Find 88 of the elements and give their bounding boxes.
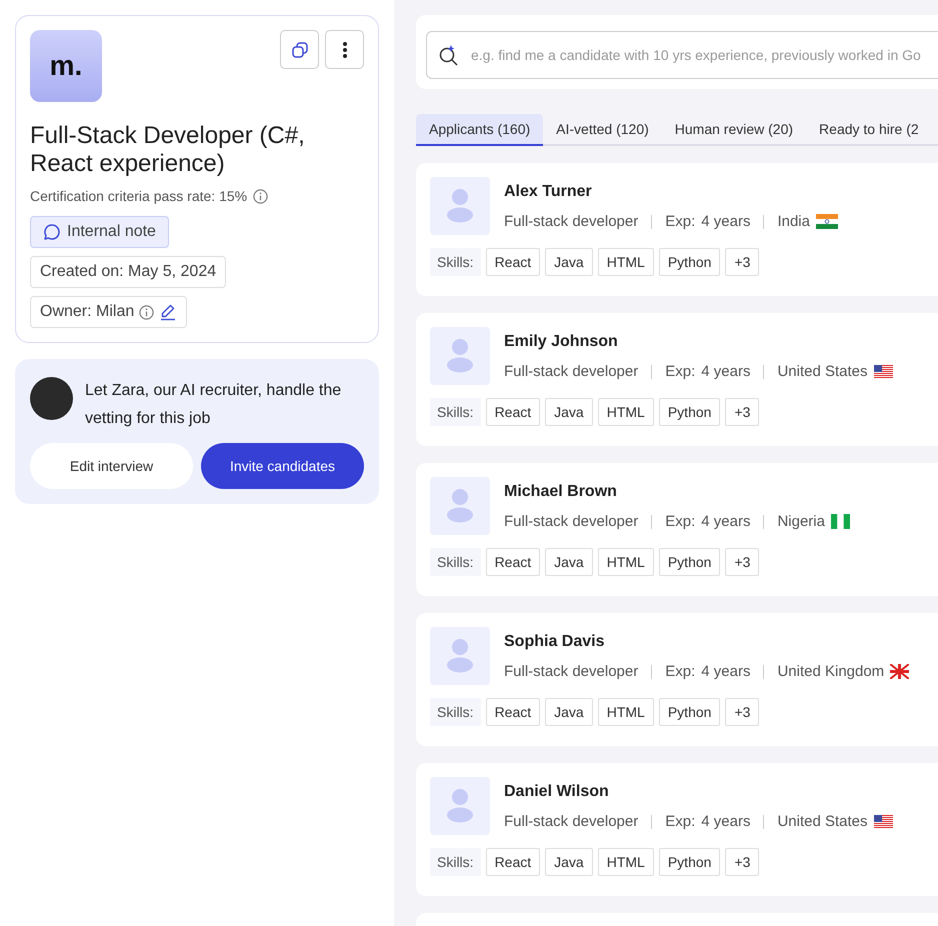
candidate-card[interactable]: Daniel Wilson Full-stack developer Exp: 4 years United States Skills: React Java HTML Python +3 [416,763,938,896]
skill-tag: Java [545,248,593,276]
experience-label: Exp: [665,663,696,680]
skills-label: Skills: [430,248,481,276]
candidate-country: Nigeria [777,513,825,530]
tab[interactable]: Human review (20) [662,114,806,146]
candidate-name: Michael Brown [504,483,618,501]
skill-tag: +3 [725,698,760,726]
copy-icon [290,40,308,58]
skill-tag: Java [545,698,593,726]
tab[interactable]: Ready to hire (2 [806,114,932,146]
experience-label: Exp: [665,813,696,830]
candidate-name: Daniel Wilson [504,783,610,801]
more-icon [342,40,346,58]
skills-label: Skills: [430,398,481,426]
pass-rate-text: Certification criteria pass rate: 15% [30,188,248,204]
skills-label: Skills: [430,548,481,576]
skill-tag: React [486,398,540,426]
candidate-country: United States [777,813,868,830]
skill-tag: Python [658,848,720,876]
candidate-card[interactable]: Emily Johnson Full-stack developer Exp: 4 years United States Skills: React Java HTML Python +3 [416,313,938,446]
invite-candidates-button[interactable]: Invite candidates [201,443,364,489]
skill-tag: React [486,698,540,726]
skill-tag: Java [545,398,593,426]
skill-tag: +3 [725,398,760,426]
candidate-role: Full-stack developer [504,513,638,530]
flag-icon [874,365,893,378]
flag-icon [830,514,850,529]
skill-tag: Python [658,398,720,426]
owner-text: Owner: Milan [40,303,134,321]
skill-tag: Python [658,698,720,726]
promo-text: Let Zara, our AI recruiter, handle the vetting for this job [85,381,342,429]
skill-tag: React [486,548,540,576]
candidate-name: Alex Turner [504,183,593,201]
more-options-button[interactable] [325,30,364,69]
candidate-name: Emily Johnson [504,333,619,351]
tab[interactable]: AI-vetted (120) [543,114,662,146]
experience-value: 4 years [701,513,750,530]
info-icon[interactable] [139,304,154,320]
candidate-role: Full-stack developer [504,213,638,230]
experience-value: 4 years [701,813,750,830]
skill-tag: HTML [598,698,654,726]
skills-label: Skills: [430,848,481,876]
candidate-country: India [777,213,810,230]
experience-value: 4 years [701,663,750,680]
skill-tag: HTML [598,848,654,876]
company-logo: m. [30,30,102,102]
skill-tag: React [486,848,540,876]
flag-icon [890,664,910,679]
candidate-role: Full-stack developer [504,813,638,830]
info-icon[interactable] [253,188,268,204]
avatar-placeholder [30,377,73,420]
candidate-card[interactable]: Michael Brown Full-stack developer Exp: 4 years Nigeria Skills: React Java HTML Python +3 [416,463,938,596]
candidate-name: Sophia Davis [504,633,606,651]
skill-tag: +3 [725,248,760,276]
skill-tag: HTML [598,248,654,276]
edit-pencil-icon[interactable] [159,303,178,321]
flag-icon [874,815,893,828]
experience-label: Exp: [665,213,696,230]
experience-label: Exp: [665,513,696,530]
candidate-country: United Kingdom [777,663,884,680]
experience-value: 4 years [701,213,750,230]
skill-tag: React [486,248,540,276]
candidate-card[interactable]: Alex Turner Full-stack developer Exp: 4 years India Skills: React Java HTML Python +3 [416,163,938,296]
duplicate-button[interactable] [280,30,319,69]
skill-tag: Python [658,248,720,276]
chat-bubble-icon [43,223,61,241]
skill-tag: HTML [598,548,654,576]
internal-note-button[interactable]: Internal note [30,216,169,248]
candidate-country: United States [777,363,868,380]
candidate-role: Full-stack developer [504,663,638,680]
job-title: Full-Stack Developer (C#, React experience) [30,122,306,178]
skill-tag: Java [545,548,593,576]
edit-interview-button[interactable]: Edit interview [30,443,193,489]
skill-tag: Python [658,548,720,576]
flag-icon [816,214,838,229]
candidate-role: Full-stack developer [504,363,638,380]
skill-tag: +3 [725,848,760,876]
experience-label: Exp: [665,363,696,380]
experience-value: 4 years [701,363,750,380]
skill-tag: +3 [725,548,760,576]
candidate-card[interactable]: Sophia Davis Full-stack developer Exp: 4 years United Kingdom Skills: React Java HTML Python +3 [416,613,938,746]
skill-tag: Java [545,848,593,876]
search-field[interactable]: e.g. find me a candidate with 10 yrs experience, previously worked in Go [426,31,938,79]
tab[interactable]: Applicants (160) [416,114,544,146]
skills-label: Skills: [430,698,481,726]
created-date: Created on: May 5, 2024 [30,256,226,288]
skill-tag: HTML [598,398,654,426]
